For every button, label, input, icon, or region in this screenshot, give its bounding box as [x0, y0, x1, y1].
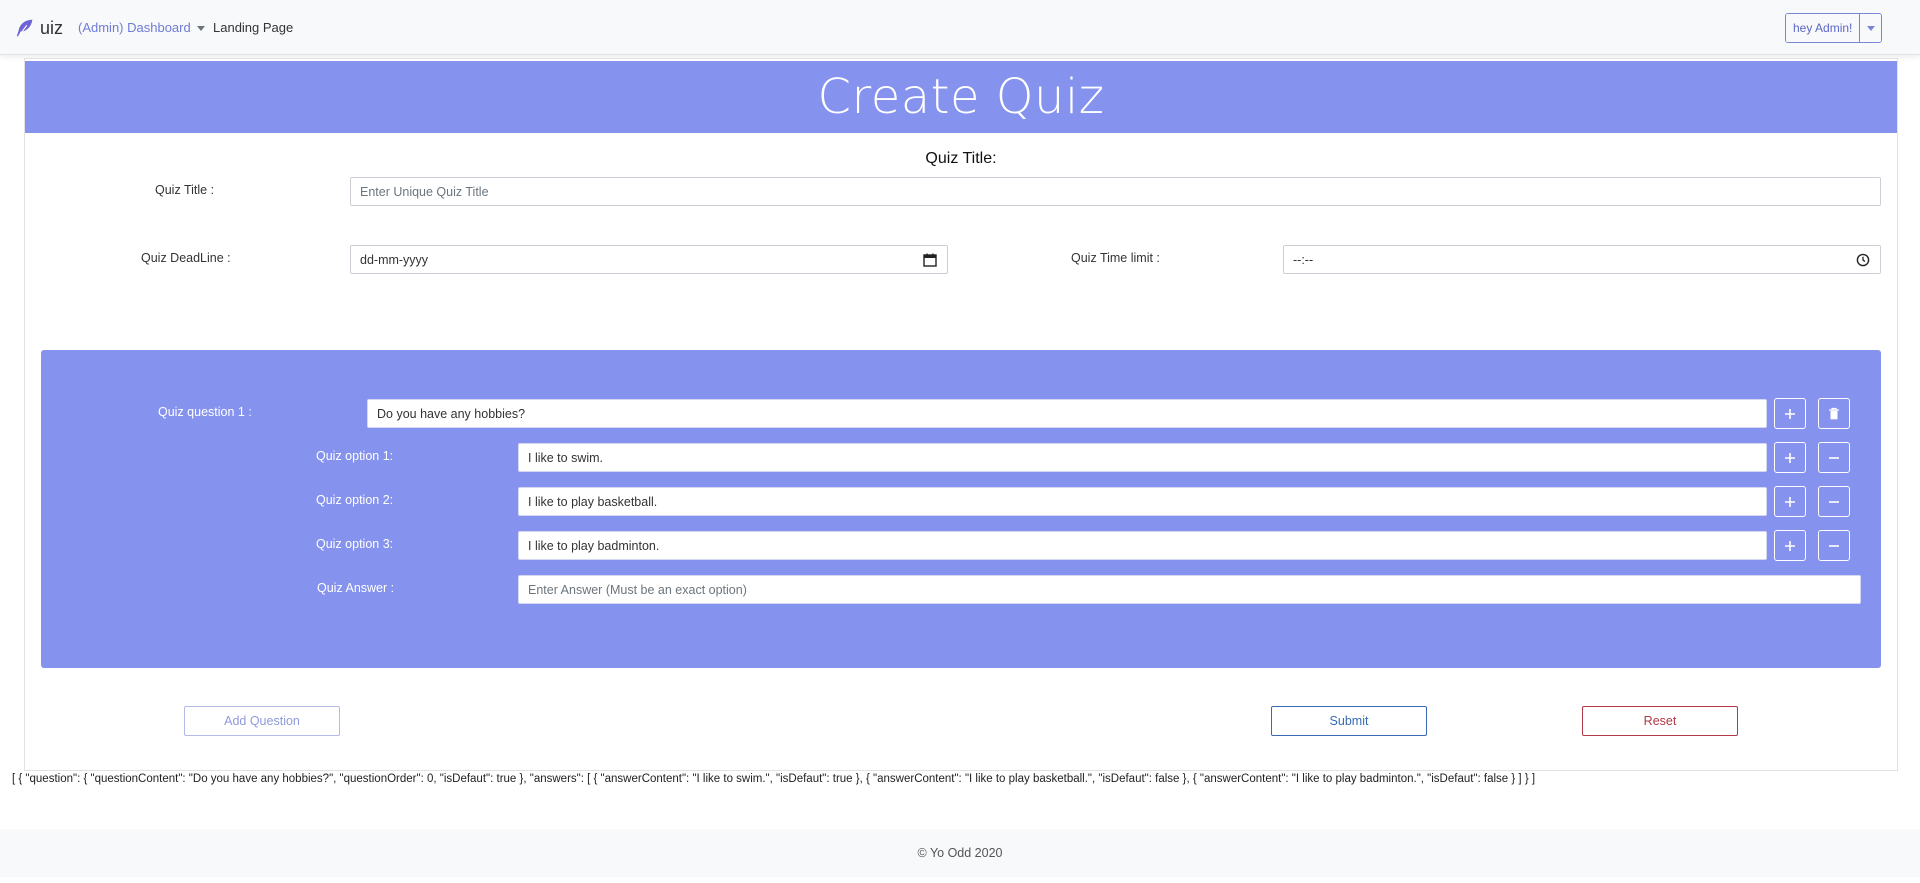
question-value: Do you have any hobbies?: [377, 406, 526, 421]
quiz-deadline-input[interactable]: dd-mm-yyyy: [350, 245, 948, 274]
clock-icon[interactable]: [1856, 253, 1870, 267]
footer: © Yo Odd 2020: [0, 829, 1920, 877]
option-1-input[interactable]: I like to swim.: [518, 443, 1767, 472]
plus-icon: [1785, 408, 1795, 419]
option-3-input[interactable]: I like to play badminton.: [518, 531, 1767, 560]
add-option-1-button[interactable]: [1774, 442, 1806, 473]
reset-button[interactable]: Reset: [1582, 706, 1738, 736]
navbar: uiz (Admin) Dashboard Landing Page hey A…: [0, 0, 1920, 55]
calendar-icon[interactable]: [923, 253, 937, 267]
create-quiz-card: Create Quiz Quiz Title: Quiz Title : Ent…: [24, 58, 1898, 771]
user-button[interactable]: hey Admin!: [1786, 14, 1860, 42]
user-menu: hey Admin!: [1785, 13, 1883, 43]
answer-placeholder: Enter Answer (Must be an exact option): [528, 582, 747, 597]
add-question-button[interactable]: Add Question: [184, 706, 340, 736]
minus-icon: [1829, 456, 1839, 459]
minus-icon: [1829, 500, 1839, 503]
option-2-label: Quiz option 2:: [316, 493, 394, 507]
quiz-deadline-value: dd-mm-yyyy: [360, 252, 429, 267]
trash-icon: [1829, 407, 1839, 420]
option-2-value: I like to play basketball.: [528, 494, 658, 509]
feather-icon: [16, 19, 33, 37]
question-panel: Quiz question 1 : Do you have any hobbie…: [41, 350, 1881, 668]
quiz-timelimit-input[interactable]: --:--: [1283, 245, 1881, 274]
question-label: Quiz question 1 :: [158, 405, 252, 419]
json-preview: [ { "question": { "questionContent": "Do…: [12, 773, 1536, 785]
add-question-inline-button[interactable]: [1774, 398, 1806, 429]
quiz-timelimit-value: --:--: [1293, 252, 1314, 267]
option-3-value: I like to play badminton.: [528, 538, 660, 553]
brand-text: uiz: [40, 17, 64, 38]
answer-input[interactable]: Enter Answer (Must be an exact option): [518, 575, 1861, 604]
nav-dashboard-label: (Admin) Dashboard: [78, 20, 191, 35]
quiz-deadline-label: Quiz DeadLine :: [141, 251, 231, 265]
remove-option-3-button[interactable]: [1818, 530, 1850, 561]
option-1-label: Quiz option 1:: [316, 449, 394, 463]
brand[interactable]: uiz: [14, 14, 63, 42]
add-option-3-button[interactable]: [1774, 530, 1806, 561]
remove-option-2-button[interactable]: [1818, 486, 1850, 517]
plus-icon: [1785, 540, 1795, 551]
delete-question-button[interactable]: [1818, 398, 1850, 429]
quiz-title-input[interactable]: Enter Unique Quiz Title: [350, 177, 1881, 206]
plus-icon: [1785, 496, 1795, 507]
quiz-timelimit-label: Quiz Time limit :: [1071, 251, 1160, 265]
answer-label: Quiz Answer :: [317, 581, 395, 595]
question-input[interactable]: Do you have any hobbies?: [367, 399, 1767, 428]
remove-option-1-button[interactable]: [1818, 442, 1850, 473]
footer-text: © Yo Odd 2020: [917, 846, 1003, 860]
option-3-label: Quiz option 3:: [316, 537, 394, 551]
section-title: Quiz Title:: [925, 150, 997, 167]
user-dropdown-toggle[interactable]: [1859, 14, 1882, 42]
quiz-title-placeholder: Enter Unique Quiz Title: [360, 184, 489, 199]
nav-landing-link[interactable]: Landing Page: [213, 20, 293, 35]
plus-icon: [1785, 452, 1795, 463]
minus-icon: [1829, 544, 1839, 547]
banner: Create Quiz: [25, 61, 1897, 133]
option-1-value: I like to swim.: [528, 450, 604, 465]
chevron-down-icon: [1866, 25, 1875, 31]
nav-dashboard-dropdown[interactable]: (Admin) Dashboard: [78, 20, 205, 35]
add-option-2-button[interactable]: [1774, 486, 1806, 517]
quiz-title-label: Quiz Title :: [155, 183, 215, 197]
submit-button[interactable]: Submit: [1271, 706, 1427, 736]
chevron-down-icon: [196, 25, 205, 31]
option-2-input[interactable]: I like to play basketball.: [518, 487, 1767, 516]
page-title: Create Quiz: [817, 69, 1105, 125]
